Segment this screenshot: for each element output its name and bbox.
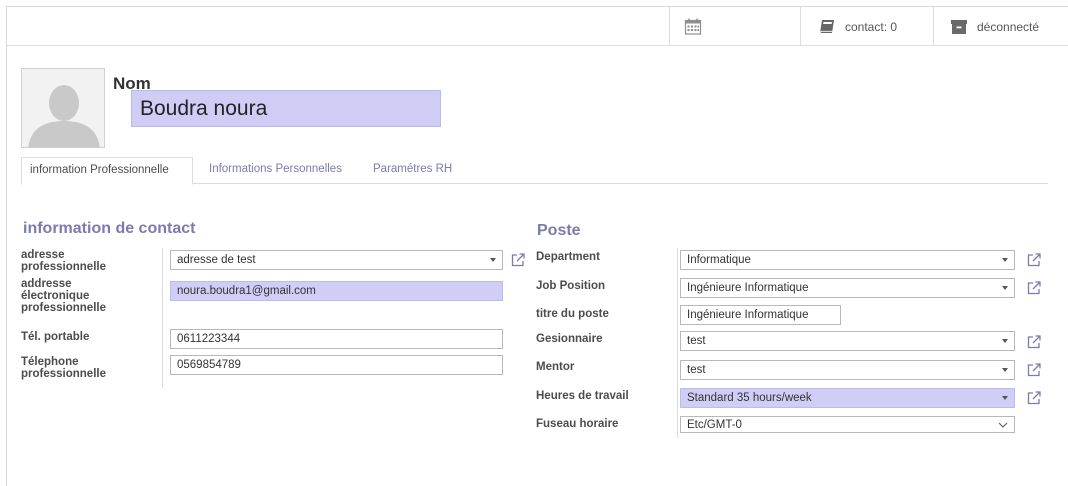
employee-name-input[interactable]: Boudra noura [131,90,441,127]
dropdown-caret-icon [1002,396,1008,400]
address-value: adresse de test [177,254,256,266]
poste-section-title: Poste [537,222,581,239]
dropdown-caret-icon [1002,258,1008,262]
email-label: addresse électronique professionnelle [21,278,106,314]
external-link-icon[interactable] [1026,252,1042,268]
job-position-label: Job Position [536,280,605,292]
department-value: Informatique [687,254,751,266]
mentor-select[interactable]: test [680,360,1015,380]
timezone-select[interactable]: Etc/GMT-0 [680,416,1015,433]
form-view: contact: 0 déconnecté Nom Boudra noura i… [6,6,1068,486]
connection-status-button[interactable]: déconnecté [933,7,1068,46]
department-select[interactable]: Informatique [680,250,1015,270]
calendar-icon [684,18,702,35]
phone-label: Télephone professionnelle [21,356,106,380]
job-position-value: Ingénieure Informatique [687,282,809,294]
connection-status-label: déconnecté [977,19,1040,34]
email-input[interactable]: noura.boudra1@gmail.com [170,281,503,301]
dropdown-caret-icon [1002,286,1008,290]
archive-icon [951,20,967,34]
tab-parametres-rh[interactable]: Paramétres RH [365,157,460,185]
manager-value: test [687,335,706,347]
contact-divider [162,248,163,388]
dropdown-caret-icon [1002,368,1008,372]
job-title-input[interactable]: Ingénieure Informatique [680,305,841,325]
job-position-select[interactable]: Ingénieure Informatique [680,278,1015,298]
employee-avatar[interactable] [21,68,105,148]
contact-count-button[interactable]: contact: 0 [800,7,933,46]
mobile-label: Tél. portable [21,331,90,343]
department-label: Department [536,251,600,263]
top-status-bar: contact: 0 déconnecté [7,7,1068,46]
poste-divider [677,248,678,438]
manager-select[interactable]: test [680,331,1015,351]
address-label: adresse professionnelle [21,249,106,273]
working-hours-select[interactable]: Standard 35 hours/week [680,388,1015,408]
timezone-label: Fuseau horaire [536,418,619,430]
job-title-label: titre du poste [536,308,609,320]
external-link-icon[interactable] [1026,362,1042,378]
contact-count-label: contact: 0 [845,19,898,34]
timezone-value: Etc/GMT-0 [687,419,742,431]
external-link-icon[interactable] [1026,390,1042,406]
external-link-icon[interactable] [510,252,526,268]
dropdown-caret-icon [1002,339,1008,343]
avatar-placeholder-icon [22,69,104,147]
external-link-icon[interactable] [1026,334,1042,350]
external-link-icon[interactable] [1026,280,1042,296]
mobile-input[interactable]: 0611223344 [170,329,503,349]
working-hours-value: Standard 35 hours/week [687,392,812,404]
tab-information-professionnelle[interactable]: information Professionnelle [21,157,193,185]
dropdown-caret-icon [490,258,496,262]
mentor-label: Mentor [536,361,575,373]
calendar-button[interactable] [669,7,800,46]
chevron-down-icon [998,422,1008,428]
tab-informations-personnelles[interactable]: Informations Personnelles [201,157,350,185]
phone-input[interactable]: 0569854789 [170,355,503,375]
contact-section-title: information de contact [23,220,196,237]
mentor-value: test [687,364,706,376]
address-select[interactable]: adresse de test [170,250,503,270]
manager-label: Gesionnaire [536,333,603,345]
book-icon [819,20,834,34]
form-tabs: information Professionnelle Informations… [21,157,1048,185]
working-hours-label: Heures de travail [536,390,629,402]
